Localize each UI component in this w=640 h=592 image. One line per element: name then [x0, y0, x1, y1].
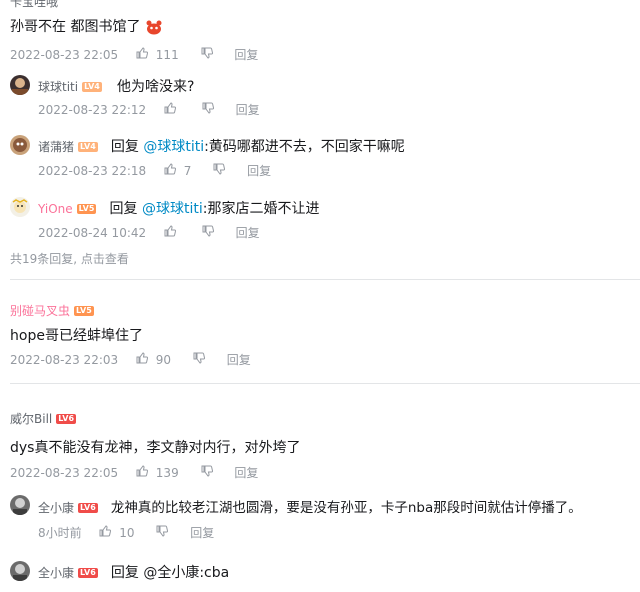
- level-badge: LV6: [78, 567, 98, 578]
- reply-button[interactable]: 回复: [236, 224, 260, 241]
- comment-username[interactable]: 威尔Bill: [10, 412, 52, 426]
- like-icon[interactable]: [136, 352, 148, 367]
- reply-header: 全小康 LV6 回复 @全小康:cba: [38, 562, 229, 582]
- reply-username[interactable]: 球球titi: [38, 80, 78, 94]
- like-icon[interactable]: [164, 102, 176, 117]
- reply-text: 回复 @球球titi:黄码哪都进不去，不回家干嘛呢: [110, 139, 405, 155]
- comment-username[interactable]: 卡宝哇哦: [10, 0, 58, 10]
- reply-username[interactable]: 全小康: [38, 501, 74, 515]
- view-more-link[interactable]: 点击查看: [81, 252, 129, 266]
- like-icon[interactable]: [164, 225, 176, 240]
- dislike-icon[interactable]: [156, 525, 169, 540]
- level-badge: LV4: [82, 81, 102, 92]
- avatar[interactable]: [10, 495, 30, 515]
- reply-username[interactable]: 诸蒲猪: [38, 140, 74, 154]
- dislike-icon[interactable]: [202, 225, 214, 240]
- avatar[interactable]: [10, 197, 30, 217]
- reply-button[interactable]: 回复: [236, 101, 260, 118]
- reply-header: 诸蒲猪 LV4 回复 @球球titi:黄码哪都进不去，不回家干嘛呢: [38, 136, 405, 156]
- divider: [10, 279, 640, 280]
- comment-text: 孙哥不在 都图书馆了: [10, 16, 163, 36]
- mention-link[interactable]: @全小康: [143, 565, 199, 581]
- like-count: 10: [119, 525, 135, 540]
- level-badge: LV6: [78, 502, 98, 513]
- level-badge: LV4: [78, 141, 98, 152]
- comment-text: dys真不能没有龙神，李文静对内行，对外垮了: [10, 440, 301, 456]
- reply-header: 球球titi LV4 他为啥没来?: [38, 76, 194, 96]
- dislike-icon[interactable]: [201, 465, 213, 480]
- reply-time: 2022-08-23 22:18: [38, 163, 147, 178]
- avatar[interactable]: [10, 135, 30, 155]
- avatar[interactable]: [10, 75, 30, 95]
- reply-button[interactable]: 回复: [247, 162, 271, 179]
- reply-button[interactable]: 回复: [234, 464, 258, 481]
- reply-meta: 2022-08-23 22:12 回复: [38, 101, 260, 118]
- reply-header: YiOne LV5 回复 @球球titi:那家店二婚不让进: [38, 198, 319, 218]
- dislike-icon[interactable]: [201, 47, 213, 62]
- comment-header: 威尔Bill LV6: [10, 408, 77, 427]
- reply-button[interactable]: 回复: [234, 46, 258, 63]
- reply-text: 回复 @全小康:cba: [110, 565, 230, 581]
- reply-text: 回复 @球球titi:那家店二婚不让进: [109, 201, 320, 217]
- comment-username[interactable]: 别碰马叉虫: [10, 304, 70, 318]
- like-icon[interactable]: [164, 163, 176, 178]
- reply-time: 2022-08-23 22:12: [38, 102, 147, 117]
- view-more-replies: 共19条回复, 点击查看: [10, 252, 129, 266]
- like-icon[interactable]: [136, 47, 148, 62]
- reply-username[interactable]: YiOne: [38, 202, 73, 216]
- reply-text: 龙神真的比较老江湖也圆滑，要是没有孙亚，卡子nba那段时间就估计停播了。: [110, 500, 582, 516]
- comment-time: 2022-08-23 22:03: [10, 352, 119, 367]
- reply-meta: 2022-08-23 22:18 7 回复: [38, 162, 271, 179]
- like-count: 111: [155, 47, 179, 62]
- mention-link[interactable]: @球球titi: [142, 201, 203, 217]
- avatar[interactable]: [10, 561, 30, 581]
- mention-link[interactable]: @球球titi: [143, 139, 204, 155]
- like-count: 139: [155, 465, 179, 480]
- level-badge: LV5: [76, 203, 97, 214]
- reply-button[interactable]: 回复: [190, 524, 214, 541]
- like-icon[interactable]: [99, 525, 112, 540]
- comment-time: 2022-08-23 22:05: [10, 465, 119, 480]
- comment-meta: 2022-08-23 22:05 139 回复: [10, 464, 258, 481]
- like-icon[interactable]: [136, 465, 148, 480]
- reply-username[interactable]: 全小康: [38, 566, 74, 580]
- reply-text: 他为啥没来?: [116, 79, 195, 95]
- comment-meta: 2022-08-23 22:03 90 回复: [10, 351, 251, 368]
- divider: [10, 383, 640, 384]
- like-count: 90: [155, 352, 172, 367]
- reply-time: 8小时前: [38, 526, 82, 540]
- dislike-icon[interactable]: [193, 352, 205, 367]
- comment-header: 别碰马叉虫 LV5: [10, 300, 94, 319]
- reply-meta: 8小时前 10 回复: [38, 524, 214, 541]
- reply-header: 全小康 LV6 龙神真的比较老江湖也圆滑，要是没有孙亚，卡子nba那段时间就估计停…: [38, 496, 582, 516]
- level-badge: LV6: [56, 413, 77, 424]
- reply-time: 2022-08-24 10:42: [38, 225, 147, 240]
- comment-text: hope哥已经蚌埠住了: [10, 328, 143, 344]
- like-count: 7: [183, 163, 192, 178]
- dislike-icon[interactable]: [213, 163, 226, 178]
- comment-meta: 2022-08-23 22:05 111 回复: [10, 46, 258, 63]
- emoji-icon: [145, 19, 163, 35]
- reply-button[interactable]: 回复: [227, 351, 251, 368]
- level-badge: LV5: [74, 305, 94, 316]
- reply-meta: 2022-08-24 10:42 回复: [38, 224, 260, 241]
- comment-time: 2022-08-23 22:05: [10, 47, 119, 62]
- dislike-icon[interactable]: [202, 102, 214, 117]
